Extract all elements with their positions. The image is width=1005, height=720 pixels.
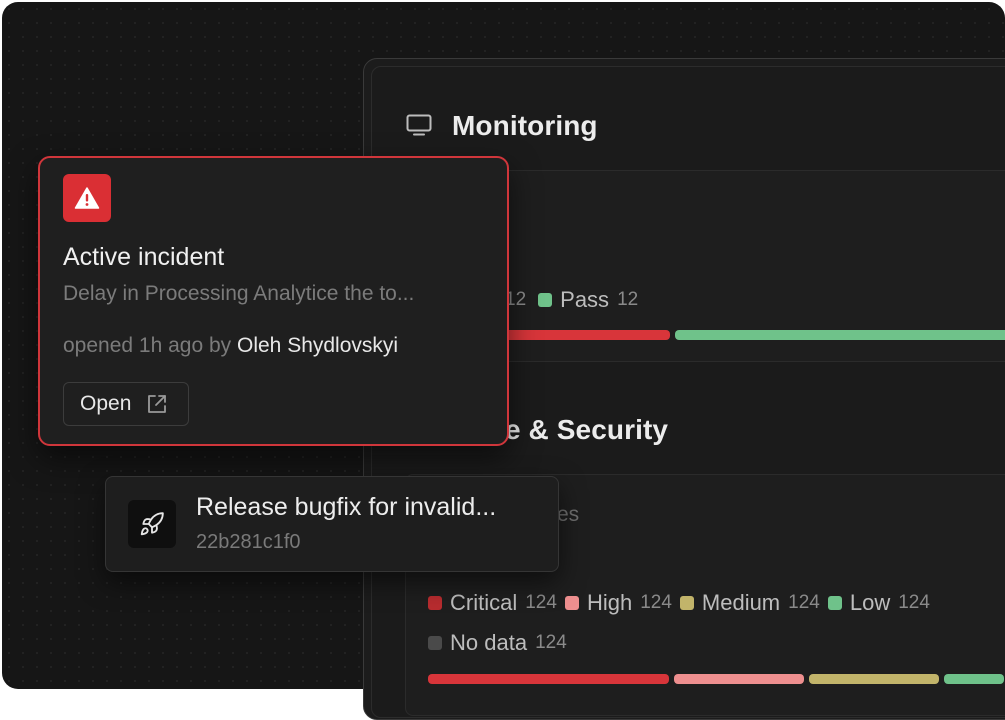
checks-bar bbox=[480, 330, 1005, 340]
vulnerability-legend: Critical 124 High 124 Medium 124 Low 124 bbox=[428, 590, 938, 616]
legend-item-high: High 124 bbox=[564, 590, 672, 616]
legend-label: Low bbox=[849, 590, 891, 615]
legend-count: 124 bbox=[640, 592, 672, 613]
legend-label: No data bbox=[450, 630, 528, 655]
vulnerability-subtitle: es bbox=[557, 503, 580, 526]
bar-segment-critical bbox=[428, 674, 669, 684]
legend-count: 124 bbox=[535, 632, 567, 653]
vulnerability-bar bbox=[428, 674, 1004, 684]
legend-count: 12 bbox=[617, 289, 639, 310]
legend-item-medium: Medium 124 bbox=[679, 590, 820, 616]
legend-swatch bbox=[428, 636, 442, 650]
bar-segment-medium bbox=[809, 674, 939, 684]
legend-count: 124 bbox=[898, 592, 930, 613]
legend-swatch bbox=[538, 293, 553, 307]
rocket-badge bbox=[128, 500, 176, 548]
legend-label: Pass bbox=[560, 287, 610, 312]
active-incident-card[interactable]: Active incident Delay in Processing Anal… bbox=[38, 156, 509, 446]
warning-triangle-icon bbox=[74, 187, 100, 209]
incident-meta: opened 1h ago by Oleh Shydlovskyi bbox=[63, 334, 398, 358]
legend-count: 124 bbox=[525, 592, 557, 613]
bar-segment-pass bbox=[675, 330, 1005, 340]
monitoring-title: Monitoring bbox=[452, 110, 598, 141]
bar-segment-high bbox=[674, 674, 804, 684]
checks-legend: 12 Pass 12 bbox=[505, 287, 646, 313]
legend-item-pass: Pass 12 bbox=[538, 287, 638, 313]
legend-item-critical: Critical 124 bbox=[428, 590, 557, 616]
legend-label: High bbox=[586, 590, 633, 615]
warning-badge bbox=[63, 174, 111, 222]
legend-swatch bbox=[564, 596, 579, 610]
open-incident-button[interactable]: Open bbox=[63, 382, 189, 426]
legend-label: Critical bbox=[450, 590, 518, 615]
open-button-label: Open bbox=[80, 392, 132, 415]
incident-title: Active incident bbox=[63, 243, 225, 271]
bar-segment-low bbox=[944, 674, 1004, 684]
release-notification[interactable]: Release bugfix for invalid... 22b281c1f0 bbox=[105, 476, 559, 572]
monitor-icon bbox=[406, 114, 432, 136]
legend-item-no-data: No data 124 bbox=[428, 630, 567, 656]
legend-label: Medium bbox=[701, 590, 781, 615]
release-commit-hash: 22b281c1f0 bbox=[196, 531, 301, 553]
external-link-icon bbox=[148, 395, 167, 413]
legend-swatch bbox=[428, 596, 442, 610]
legend-item-low: Low 124 bbox=[827, 590, 930, 616]
security-title: e & Security bbox=[505, 414, 669, 445]
legend-swatch bbox=[827, 596, 842, 610]
incident-author: Oleh Shydlovskyi bbox=[237, 334, 399, 357]
release-title: Release bugfix for invalid... bbox=[196, 493, 497, 521]
incident-opened-text: opened 1h ago by bbox=[63, 334, 232, 357]
rocket-icon bbox=[140, 512, 164, 536]
legend-swatch bbox=[679, 596, 694, 610]
legend-count: 124 bbox=[788, 592, 820, 613]
incident-description: Delay in Processing Analytice the to... bbox=[63, 282, 415, 305]
vulnerability-legend-row-2: No data 124 bbox=[428, 630, 575, 656]
